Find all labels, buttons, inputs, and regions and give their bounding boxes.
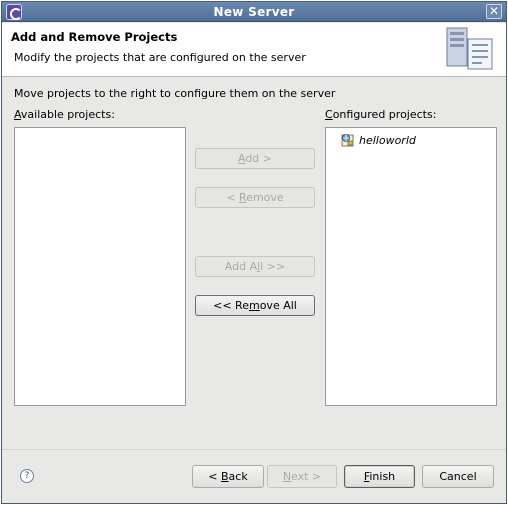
project-label: helloworld bbox=[359, 133, 416, 147]
list-item[interactable]: helloworld bbox=[341, 132, 416, 148]
available-projects-label: Available projects: bbox=[14, 108, 115, 121]
remove-button[interactable]: < Remove bbox=[195, 187, 315, 208]
button-bar-separator bbox=[2, 449, 506, 450]
finish-button[interactable]: Finish bbox=[344, 465, 415, 488]
title-bar[interactable]: New Server ✕ bbox=[2, 2, 506, 22]
configured-projects-label: Configured projects: bbox=[325, 108, 437, 121]
add-all-button[interactable]: Add All >> bbox=[195, 256, 315, 277]
next-button[interactable]: Next > bbox=[267, 465, 337, 488]
help-icon[interactable]: ? bbox=[20, 469, 34, 483]
page-description: Modify the projects that are configured … bbox=[14, 51, 306, 64]
add-button[interactable]: Add > bbox=[195, 148, 315, 169]
new-server-dialog: New Server ✕ Add and Remove Projects Mod… bbox=[1, 1, 507, 504]
web-project-icon bbox=[341, 134, 354, 147]
configured-projects-list[interactable]: helloworld bbox=[325, 127, 497, 406]
available-projects-list[interactable] bbox=[14, 127, 186, 406]
wizard-banner: Add and Remove Projects Modify the proje… bbox=[2, 23, 506, 77]
close-button[interactable]: ✕ bbox=[486, 4, 502, 19]
cancel-button[interactable]: Cancel bbox=[422, 465, 494, 488]
server-wizard-icon bbox=[446, 27, 493, 70]
back-button[interactable]: < Back bbox=[192, 465, 264, 488]
window-title: New Server bbox=[213, 5, 295, 19]
remove-all-button[interactable]: << Remove All bbox=[195, 295, 315, 316]
instruction-text: Move projects to the right to configure … bbox=[14, 87, 336, 100]
page-title: Add and Remove Projects bbox=[11, 30, 178, 44]
